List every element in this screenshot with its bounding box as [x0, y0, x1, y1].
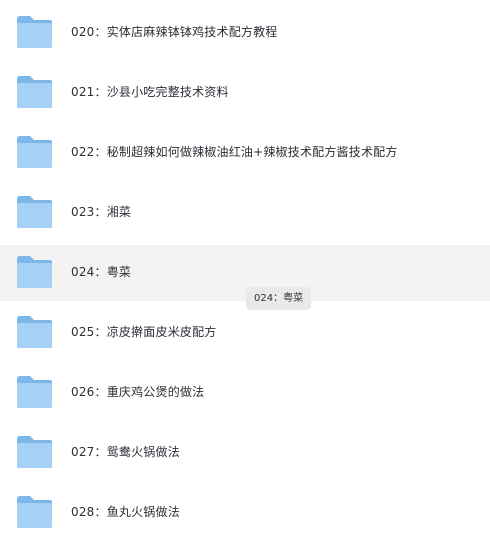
- folder-label: 027：鸳鸯火锅做法: [71, 445, 180, 459]
- folder-row[interactable]: 020：实体店麻辣钵钵鸡技术配方教程: [0, 5, 490, 61]
- folder-icon: [16, 75, 53, 109]
- folder-icon: [16, 255, 53, 289]
- folder-row[interactable]: 025：凉皮擀面皮米皮配方: [0, 305, 490, 361]
- folder-label: 028：鱼丸火锅做法: [71, 505, 180, 519]
- folder-label: 026：重庆鸡公煲的做法: [71, 385, 205, 399]
- folder-list: 020：实体店麻辣钵钵鸡技术配方教程 021：沙县小吃完整技术资料 022：秘制…: [0, 0, 490, 547]
- folder-label: 023：湘菜: [71, 205, 132, 219]
- folder-row[interactable]: 027：鸳鸯火锅做法: [0, 425, 490, 481]
- folder-row[interactable]: 022：秘制超辣如何做辣椒油红油+辣椒技术配方酱技术配方: [0, 125, 490, 181]
- folder-row-hovered[interactable]: 024：粤菜: [0, 245, 490, 301]
- folder-icon: [16, 375, 53, 409]
- folder-label: 020：实体店麻辣钵钵鸡技术配方教程: [71, 25, 278, 39]
- folder-icon: [16, 135, 53, 169]
- folder-icon: [16, 15, 53, 49]
- folder-row[interactable]: 021：沙县小吃完整技术资料: [0, 65, 490, 121]
- folder-label: 024：粤菜: [71, 265, 132, 279]
- folder-label: 025：凉皮擀面皮米皮配方: [71, 325, 217, 339]
- folder-label: 021：沙县小吃完整技术资料: [71, 85, 229, 99]
- folder-icon: [16, 495, 53, 529]
- folder-row[interactable]: 028：鱼丸火锅做法: [0, 485, 490, 541]
- folder-icon: [16, 315, 53, 349]
- folder-icon: [16, 195, 53, 229]
- folder-icon: [16, 435, 53, 469]
- hover-tooltip: 024：粤菜: [246, 287, 312, 310]
- folder-label: 022：秘制超辣如何做辣椒油红油+辣椒技术配方酱技术配方: [71, 145, 398, 159]
- folder-row[interactable]: 026：重庆鸡公煲的做法: [0, 365, 490, 421]
- folder-row[interactable]: 023：湘菜: [0, 185, 490, 241]
